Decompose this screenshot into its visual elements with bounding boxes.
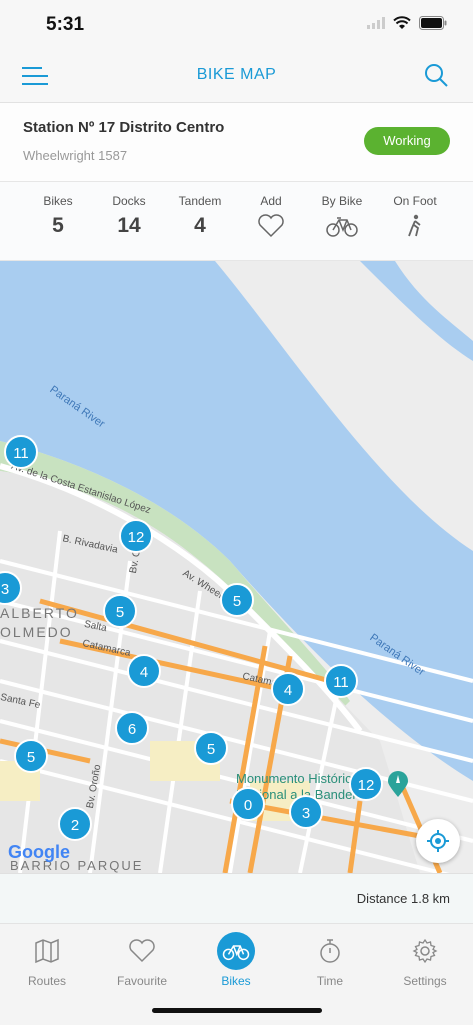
tab-settings-label: Settings: [403, 974, 447, 988]
station-cluster[interactable]: 4: [271, 672, 305, 706]
tab-favourite-label: Favourite: [116, 974, 168, 988]
add-label: Add: [260, 194, 282, 208]
stats-panel: Bikes 5 Docks 14 Tandem 4 Add By Bike On…: [0, 182, 473, 261]
station-cluster[interactable]: 4: [127, 654, 161, 688]
route-by-bike-button[interactable]: By Bike: [302, 194, 382, 240]
tab-time[interactable]: Time: [283, 934, 377, 988]
tab-routes[interactable]: Routes: [0, 934, 94, 988]
map-view[interactable]: Paraná River Paraná River Av. de la Cost…: [0, 261, 473, 873]
stat-tandem-value: 4: [194, 214, 206, 237]
tab-active-indicator: [217, 932, 255, 970]
stat-bikes-value: 5: [52, 214, 64, 237]
station-cluster[interactable]: 5: [220, 583, 254, 617]
stat-docks-label: Docks: [112, 194, 146, 208]
tab-settings[interactable]: Settings: [378, 934, 472, 988]
tab-favourite[interactable]: Favourite: [95, 934, 189, 988]
stat-docks: Docks 14: [89, 194, 169, 238]
google-logo: Google: [8, 842, 70, 862]
heart-icon: [129, 939, 155, 963]
by-bike-label: By Bike: [321, 194, 363, 208]
tab-time-label: Time: [316, 974, 344, 988]
route-on-foot-button[interactable]: On Foot: [375, 194, 455, 240]
tab-bikes-label: Bikes: [221, 974, 251, 988]
bike-icon: [326, 217, 358, 237]
stopwatch-icon: [320, 939, 340, 963]
station-cluster[interactable]: 5: [14, 739, 48, 773]
station-cluster[interactable]: 0: [231, 787, 265, 821]
station-cluster[interactable]: 11: [324, 664, 358, 698]
crosshair-icon: [427, 830, 449, 852]
station-cluster[interactable]: 11: [4, 435, 38, 469]
district-label: ALBERTO: [0, 605, 79, 621]
map-icon: [35, 938, 59, 964]
gear-icon: [412, 938, 438, 964]
station-cluster[interactable]: 3: [289, 795, 323, 829]
stat-tandem-label: Tandem: [178, 194, 222, 208]
distance-bar: Distance 1.8 km: [0, 873, 473, 924]
signal-icon: [367, 17, 385, 29]
add-favourite-button[interactable]: Add: [231, 194, 311, 240]
distance-text: Distance 1.8 km: [356, 891, 450, 906]
wifi-icon: [393, 16, 411, 29]
heart-icon: [258, 214, 284, 238]
station-cluster[interactable]: 5: [103, 594, 137, 628]
status-icons: [367, 16, 447, 30]
district-label: OLMEDO: [0, 624, 73, 640]
nav-bar: BIKE MAP: [0, 50, 473, 103]
station-panel: Station Nº 17 Distrito Centro Wheelwrigh…: [0, 103, 473, 182]
station-cluster[interactable]: 5: [194, 731, 228, 765]
locate-button[interactable]: [416, 819, 460, 863]
station-cluster[interactable]: 12: [349, 767, 383, 801]
stat-bikes: Bikes 5: [18, 194, 98, 238]
station-address: Wheelwright 1587: [23, 148, 128, 163]
station-name: Station Nº 17 Distrito Centro: [23, 119, 225, 136]
status-time: 5:31: [46, 14, 85, 35]
station-cluster[interactable]: 6: [115, 711, 149, 745]
battery-icon: [419, 16, 447, 30]
station-cluster[interactable]: 12: [119, 519, 153, 553]
monument-pin-icon[interactable]: [388, 771, 408, 797]
status-badge: Working: [364, 127, 450, 155]
home-indicator: [152, 1008, 322, 1013]
stat-tandem: Tandem 4: [160, 194, 240, 238]
station-cluster[interactable]: 2: [58, 807, 92, 841]
page-title: BIKE MAP: [196, 66, 277, 83]
stat-docks-value: 14: [117, 214, 141, 237]
status-bar: 5:31: [0, 0, 473, 50]
tab-bikes[interactable]: Bikes: [189, 932, 283, 988]
tab-routes-label: Routes: [27, 974, 67, 988]
walk-icon: [408, 214, 421, 237]
on-foot-label: On Foot: [393, 194, 437, 208]
stat-bikes-label: Bikes: [43, 194, 73, 208]
search-icon[interactable]: [423, 62, 449, 88]
bike-icon: [222, 945, 250, 961]
